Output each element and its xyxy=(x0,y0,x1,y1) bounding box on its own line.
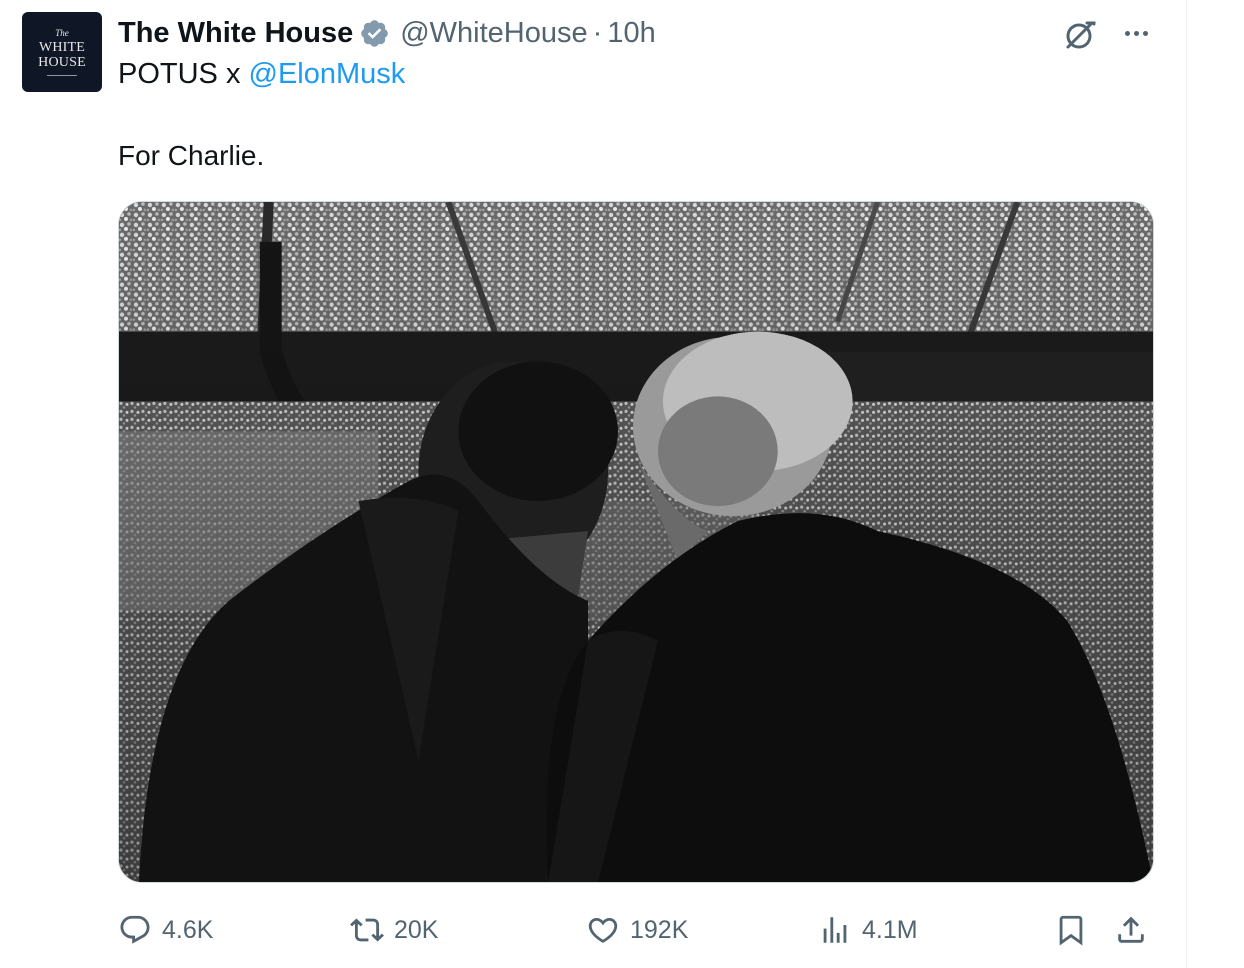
more-icon-dot xyxy=(1142,30,1148,36)
grok-icon xyxy=(1066,21,1096,49)
more-button[interactable] xyxy=(1118,18,1154,48)
grok-button[interactable] xyxy=(1061,16,1099,54)
mention-link[interactable]: @ElonMusk xyxy=(249,58,406,90)
tweet[interactable]: The WHITE HOUSE The White House @WhiteHo… xyxy=(0,0,1186,968)
reply-icon xyxy=(120,915,150,944)
timestamp[interactable]: 10h xyxy=(607,17,655,50)
retweet-button[interactable]: 20K xyxy=(350,906,438,954)
reply-count: 4.6K xyxy=(162,915,214,944)
heart-icon xyxy=(588,917,618,943)
handle[interactable]: @WhiteHouse xyxy=(400,17,587,50)
retweet-count: 20K xyxy=(394,915,439,944)
avatar-text-white: WHITE xyxy=(38,39,86,55)
timeline-right-border xyxy=(1186,0,1187,968)
tweet-header: The White House @WhiteHouse · 10h xyxy=(118,14,656,52)
views-count: 4.1M xyxy=(862,915,918,944)
avatar-rule xyxy=(47,74,77,76)
tweet-photo[interactable] xyxy=(118,201,1154,883)
like-count: 192K xyxy=(630,915,689,944)
bookmark-button[interactable] xyxy=(1054,906,1088,954)
like-button[interactable]: 192K xyxy=(586,906,688,954)
photo-image xyxy=(119,202,1153,882)
display-name[interactable]: The White House xyxy=(118,17,353,50)
tweet-subline: POTUS x @ElonMusk xyxy=(118,58,405,91)
reply-button[interactable]: 4.6K xyxy=(118,906,213,954)
avatar[interactable]: The WHITE HOUSE xyxy=(22,12,102,92)
tweet-actions: 4.6K 20K 192K 4.1M xyxy=(118,906,1158,954)
retweet-icon xyxy=(350,918,384,942)
share-button[interactable] xyxy=(1114,906,1148,954)
views-icon xyxy=(823,917,847,943)
views-button[interactable]: 4.1M xyxy=(818,906,918,954)
more-icon-dot xyxy=(1124,30,1130,36)
avatar-text-the: The xyxy=(55,27,69,38)
verified-badge-icon[interactable] xyxy=(359,18,390,49)
more-icon-dot xyxy=(1133,30,1139,36)
bookmark-icon xyxy=(1059,915,1083,946)
avatar-text-house: HOUSE xyxy=(38,54,86,70)
tweet-text: For Charlie. xyxy=(118,140,265,171)
share-icon xyxy=(1118,916,1144,943)
separator-dot: · xyxy=(592,16,603,49)
subline-prefix: POTUS x xyxy=(118,58,249,90)
